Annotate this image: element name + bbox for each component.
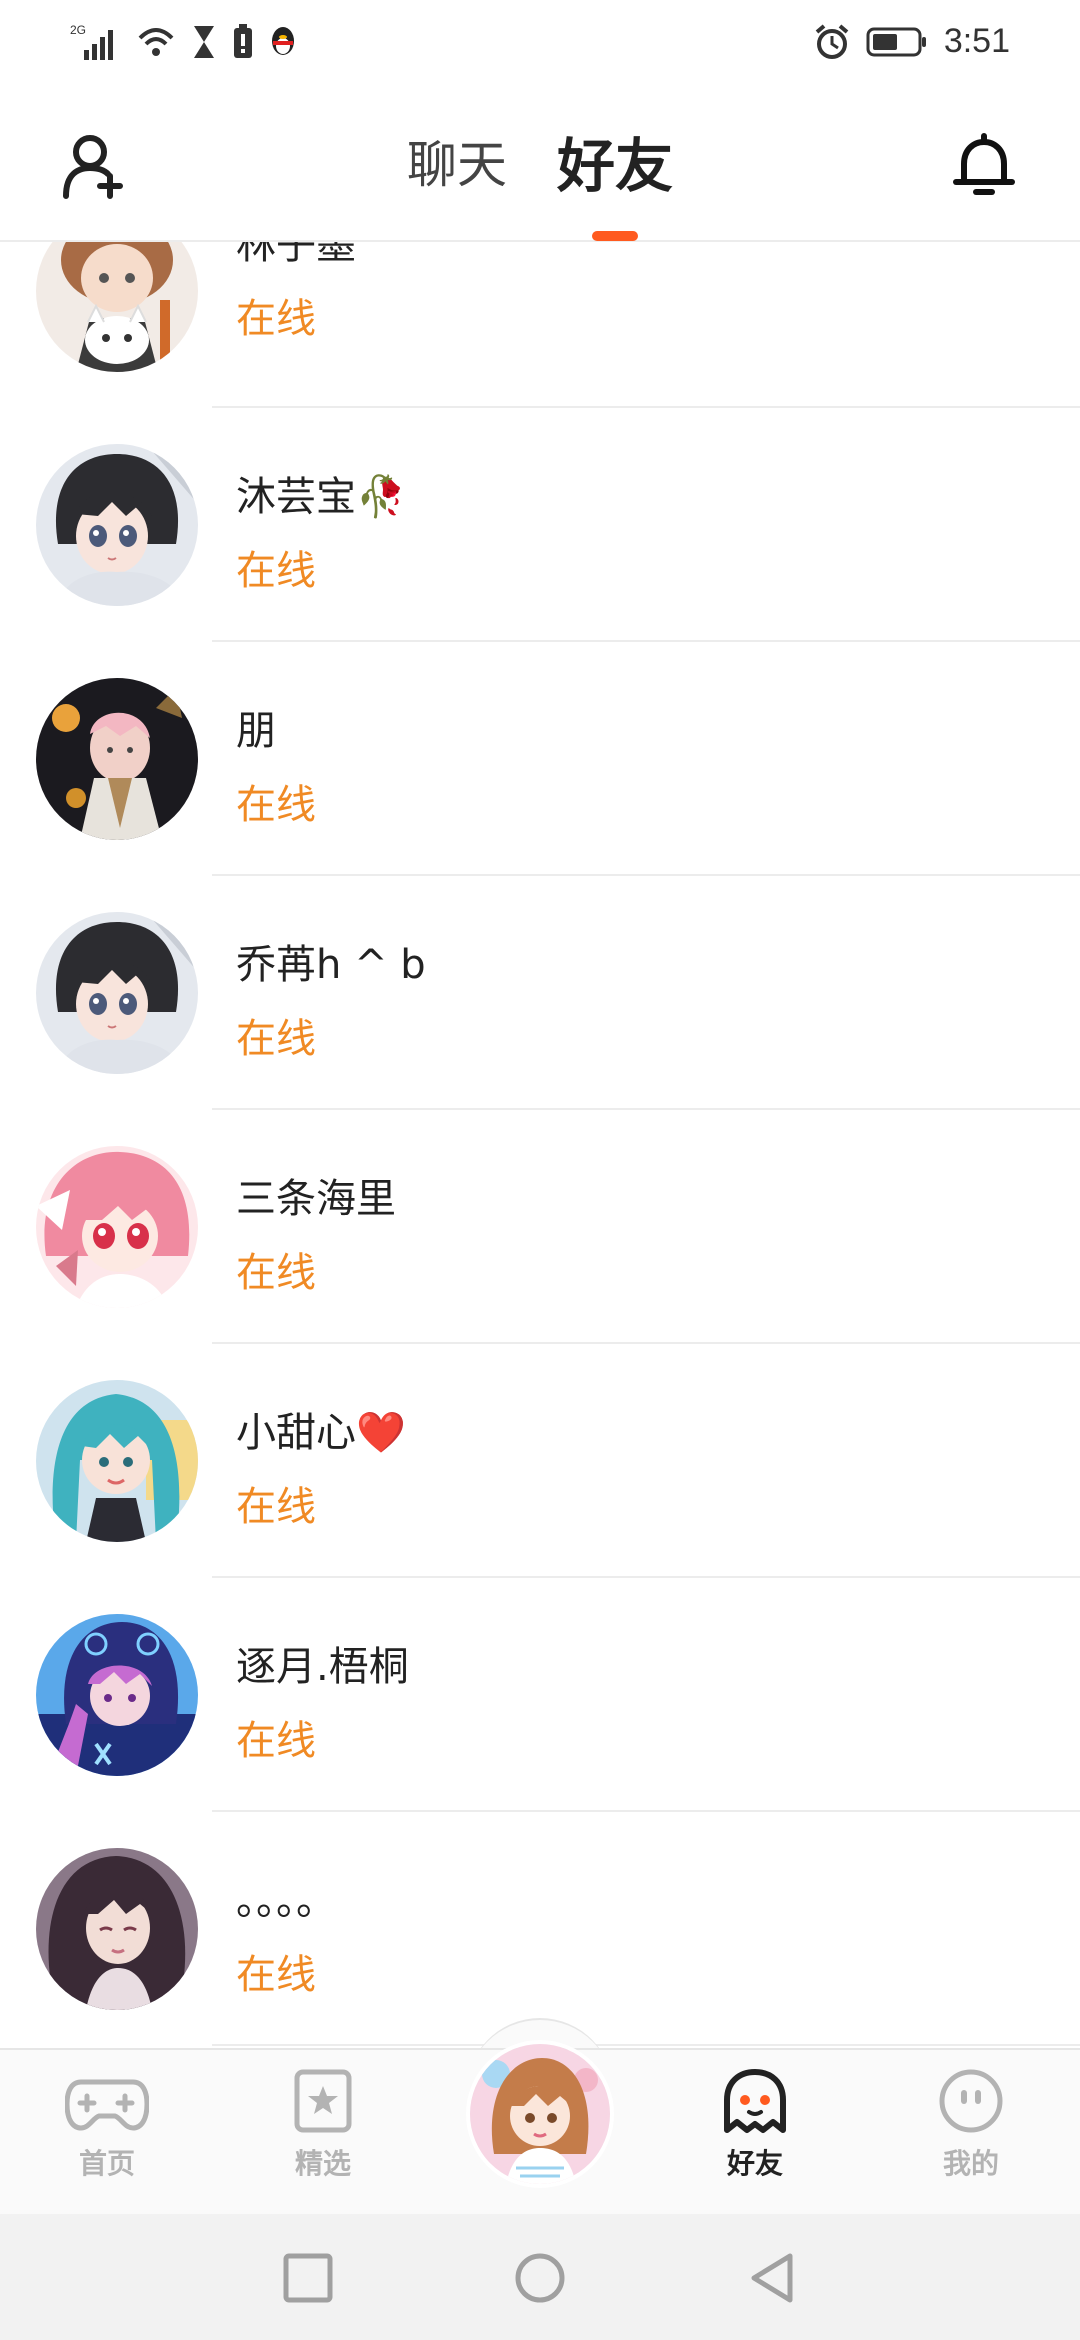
signal-icon: 2G — [70, 23, 113, 60]
alarm-icon — [815, 23, 849, 59]
friend-name: 三条海里 — [236, 1176, 396, 1222]
tab-friends-label: 好友 — [556, 132, 673, 200]
friend-list: 林子墨 在线 沐芸宝🥀 在线 朋 在线 乔苒h ^ b 在线 三条海里 在线 小… — [0, 242, 1080, 2050]
status-right: 3:51 — [814, 22, 1010, 61]
nav-home-label: 首页 — [78, 2147, 135, 2180]
header: 聊天 好友 — [0, 90, 1080, 242]
nav-featured[interactable]: 精选 — [258, 2068, 388, 2182]
signal-label: 2G — [70, 23, 86, 37]
recent-apps-icon[interactable] — [280, 2250, 336, 2306]
nav-me[interactable]: 我的 — [906, 2068, 1036, 2182]
status-time: 3:51 — [943, 22, 1010, 60]
friend-row[interactable]: 小甜心❤️ 在线 — [0, 1344, 1080, 1578]
status-bar: 2G 3:51 — [0, 0, 1080, 90]
add-friend-icon[interactable] — [60, 130, 132, 202]
avatar-brown-hair-cat-mask-icon — [36, 242, 198, 372]
qq-penguin-icon — [272, 27, 294, 55]
nav-friends[interactable]: 好友 — [690, 2068, 820, 2192]
nav-friends-label: 好友 — [726, 2147, 783, 2180]
tab-friends[interactable]: 好友 — [556, 119, 673, 241]
nav-featured-label: 精选 — [294, 2147, 351, 2180]
friend-row[interactable]: 三条海里 在线 — [0, 1110, 1080, 1344]
battery-icon — [866, 27, 926, 56]
tab-chat-label: 聊天 — [406, 136, 507, 194]
tab-bar: 聊天 好友 — [0, 90, 1080, 241]
battery-saver-icon — [234, 24, 252, 58]
avatar-black-hair-girl-icon — [36, 444, 198, 606]
ghost-icon — [724, 2069, 786, 2133]
friend-status: 在线 — [236, 1952, 316, 1998]
star-bookmark-icon — [294, 2069, 352, 2133]
nav-me-label: 我的 — [942, 2147, 999, 2180]
avatar[interactable] — [36, 242, 198, 372]
home-icon[interactable] — [512, 2250, 568, 2306]
status-left: 2G — [70, 22, 298, 62]
friend-row[interactable]: 林子墨 在线 — [0, 242, 1080, 408]
hourglass-icon — [194, 26, 214, 58]
back-icon[interactable] — [744, 2250, 800, 2306]
avatar[interactable] — [36, 1848, 198, 2010]
avatar-black-hair-girl-icon — [36, 912, 198, 1074]
friend-status: 在线 — [236, 1718, 316, 1764]
friend-row[interactable]: 。。。。 在线 — [0, 1812, 1080, 2046]
tab-chat[interactable]: 聊天 — [407, 125, 507, 205]
nav-home[interactable]: 首页 — [42, 2068, 172, 2182]
avatar-pink-hair-girl-icon — [36, 1146, 198, 1308]
friend-status: 在线 — [236, 296, 316, 342]
page: 2G 3:51 聊天 好友 林子墨 在线 沐芸宝🥀 在线 朋 在线 乔苒h ^ … — [0, 0, 1080, 2340]
friend-name: 逐月.梧桐 — [236, 1644, 409, 1690]
friend-status: 在线 — [236, 1016, 316, 1062]
system-nav — [0, 2214, 1080, 2340]
friend-row[interactable]: 朋 在线 — [0, 642, 1080, 876]
center-avatar-icon — [470, 2044, 610, 2184]
center-avatar-button[interactable] — [466, 2040, 614, 2188]
avatar[interactable] — [36, 1380, 198, 1542]
avatar[interactable] — [36, 444, 198, 606]
friend-status: 在线 — [236, 1484, 316, 1530]
friend-row[interactable]: 沐芸宝🥀 在线 — [0, 408, 1080, 642]
active-tab-indicator — [591, 231, 638, 241]
divider — [212, 2044, 1080, 2046]
friend-name: 乔苒h ^ b — [236, 942, 426, 988]
friend-name: 沐芸宝🥀 — [236, 474, 406, 520]
wifi-icon — [138, 28, 174, 56]
avatar[interactable] — [36, 912, 198, 1074]
avatar[interactable] — [36, 1146, 198, 1308]
avatar[interactable] — [36, 1614, 198, 1776]
friend-row[interactable]: 逐月.梧桐 在线 — [0, 1578, 1080, 1812]
bell-icon[interactable] — [948, 130, 1020, 202]
avatar-teal-twin-tails-icon — [36, 1380, 198, 1542]
face-icon — [939, 2069, 1003, 2133]
friend-status: 在线 — [236, 1250, 316, 1296]
friend-status: 在线 — [236, 782, 316, 828]
friend-name: 林子墨 — [236, 242, 356, 268]
avatar-dark-long-hair-icon — [36, 1848, 198, 2010]
friend-name: 。。。。 — [236, 1878, 336, 1924]
friend-status: 在线 — [236, 548, 316, 594]
friend-row[interactable]: 乔苒h ^ b 在线 — [0, 876, 1080, 1110]
avatar[interactable] — [36, 678, 198, 840]
avatar-dark-ornate-icon — [36, 678, 198, 840]
gamepad-icon — [64, 2079, 150, 2131]
friend-name: 朋 — [236, 708, 276, 754]
friend-name: 小甜心❤️ — [236, 1410, 406, 1456]
avatar-purple-hood-icon — [36, 1614, 198, 1776]
